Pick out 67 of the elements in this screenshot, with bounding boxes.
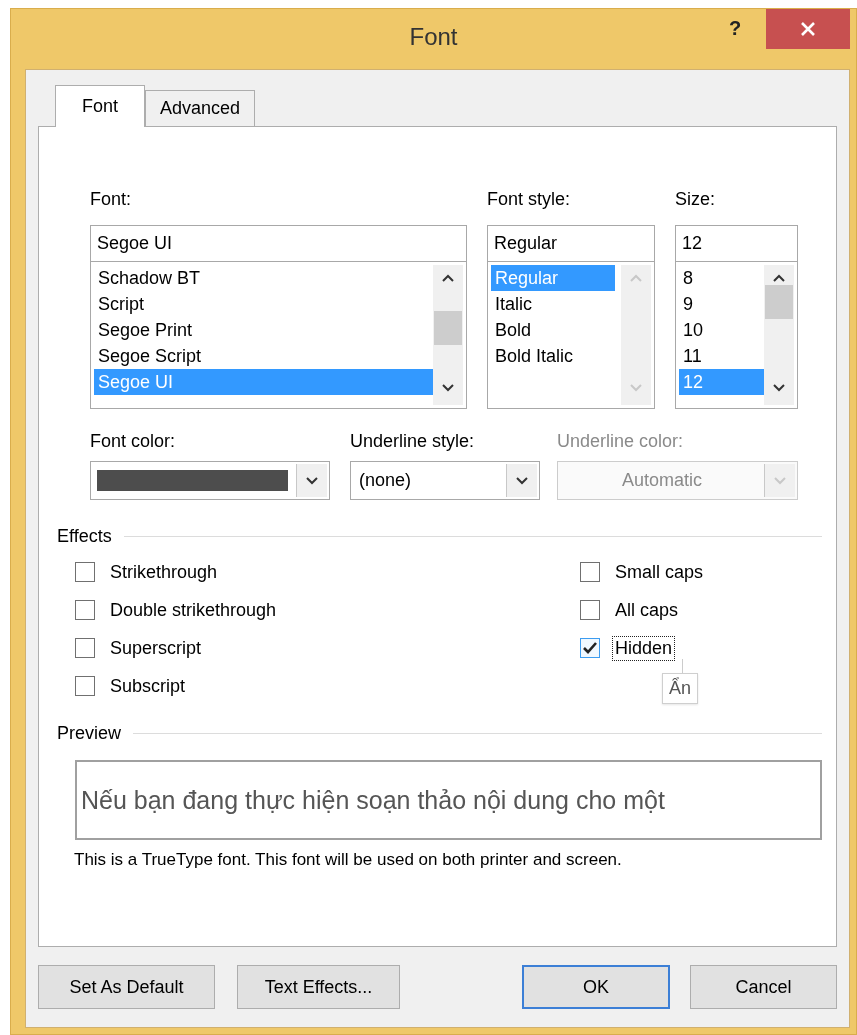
list-item[interactable]: 11	[679, 343, 764, 369]
dropdown[interactable]	[90, 461, 330, 500]
list-box[interactable]: Regular Italic Bold Bold Italic	[487, 262, 655, 409]
list-item[interactable]: Segoe Print	[94, 317, 433, 343]
close-icon	[800, 21, 816, 37]
text-field[interactable]: Segoe UI	[90, 225, 467, 262]
preview-text: Nếu bạn đang thực hiện soạn thảo nội dung cho một	[81, 785, 665, 815]
dialog-button[interactable]: Text Effects...	[237, 965, 400, 1009]
field-label: Font:	[90, 189, 133, 211]
checkbox[interactable]	[75, 562, 95, 582]
field-label: Underline color:	[557, 431, 685, 453]
chevron-up-icon	[441, 273, 455, 283]
help-button[interactable]: ?	[729, 17, 742, 40]
scrollbar[interactable]	[764, 265, 794, 405]
scrollbar[interactable]	[433, 265, 463, 405]
checkbox[interactable]	[580, 562, 600, 582]
checkbox-label[interactable]: Double strikethrough	[107, 597, 280, 623]
checkbox-label[interactable]: Subscript	[107, 673, 189, 699]
field-label: Underline style:	[350, 431, 476, 453]
section-heading: Preview	[57, 723, 122, 744]
scrollbar-thumb[interactable]	[434, 311, 462, 345]
dropdown[interactable]: (none)	[350, 461, 540, 500]
checkbox-label[interactable]: Superscript	[107, 635, 205, 661]
list-item[interactable]: Bold	[491, 317, 615, 343]
chevron-down-icon	[305, 475, 319, 486]
checkbox-label[interactable]: Hidden	[612, 635, 676, 661]
dialog-button[interactable]: Set As Default	[38, 965, 215, 1009]
dialog-button[interactable]: Cancel	[690, 965, 837, 1009]
tooltip: Ẩn	[662, 673, 699, 704]
list-item[interactable]: Schadow BT	[94, 265, 433, 291]
chevron-down-icon	[772, 383, 786, 393]
checkbox-label[interactable]: Small caps	[612, 559, 707, 585]
chevron-up-icon	[772, 273, 786, 283]
list-box[interactable]: 8 9 10 11 12	[675, 262, 798, 409]
window-title: Font	[409, 23, 458, 51]
list-item[interactable]: 8	[679, 265, 764, 291]
chevron-down-icon	[441, 383, 455, 393]
section-heading: Effects	[57, 526, 112, 547]
field-label: Font style:	[487, 189, 572, 211]
checkbox[interactable]	[580, 600, 600, 620]
list-item[interactable]: 10	[679, 317, 764, 343]
list-box[interactable]: Schadow BT Script Segoe Print Segoe Script Segoe UI	[90, 262, 467, 409]
checkbox-label[interactable]: All caps	[612, 597, 682, 623]
checkbox[interactable]	[580, 638, 600, 658]
tab[interactable]: Font	[55, 85, 146, 127]
list-item[interactable]: Italic	[491, 291, 615, 317]
list-item[interactable]: Bold Italic	[491, 343, 615, 369]
text-field[interactable]: 12	[675, 225, 798, 262]
dialog-button[interactable]: OK	[522, 965, 670, 1009]
list-item[interactable]: Segoe Script	[94, 343, 433, 369]
chevron-up-icon	[629, 273, 643, 283]
checkbox-label[interactable]: Strikethrough	[107, 559, 221, 585]
chevron-down-icon	[773, 475, 787, 486]
checkmark-icon	[583, 642, 597, 654]
checkbox[interactable]	[75, 638, 95, 658]
checkbox[interactable]	[75, 676, 95, 696]
list-item[interactable]: Script	[94, 291, 433, 317]
field-label: Font color:	[90, 431, 177, 453]
text-field[interactable]: Regular	[487, 225, 655, 262]
info-text: This is a TrueType font. This font will be used on both printer and screen.	[74, 850, 623, 870]
checkbox[interactable]	[75, 600, 95, 620]
chevron-down-icon	[629, 383, 643, 393]
list-item[interactable]: 9	[679, 291, 764, 317]
chevron-down-icon	[515, 475, 529, 486]
field-label: Size:	[675, 189, 717, 211]
scrollbar-thumb[interactable]	[765, 285, 793, 319]
tab[interactable]: Advanced	[145, 90, 256, 126]
